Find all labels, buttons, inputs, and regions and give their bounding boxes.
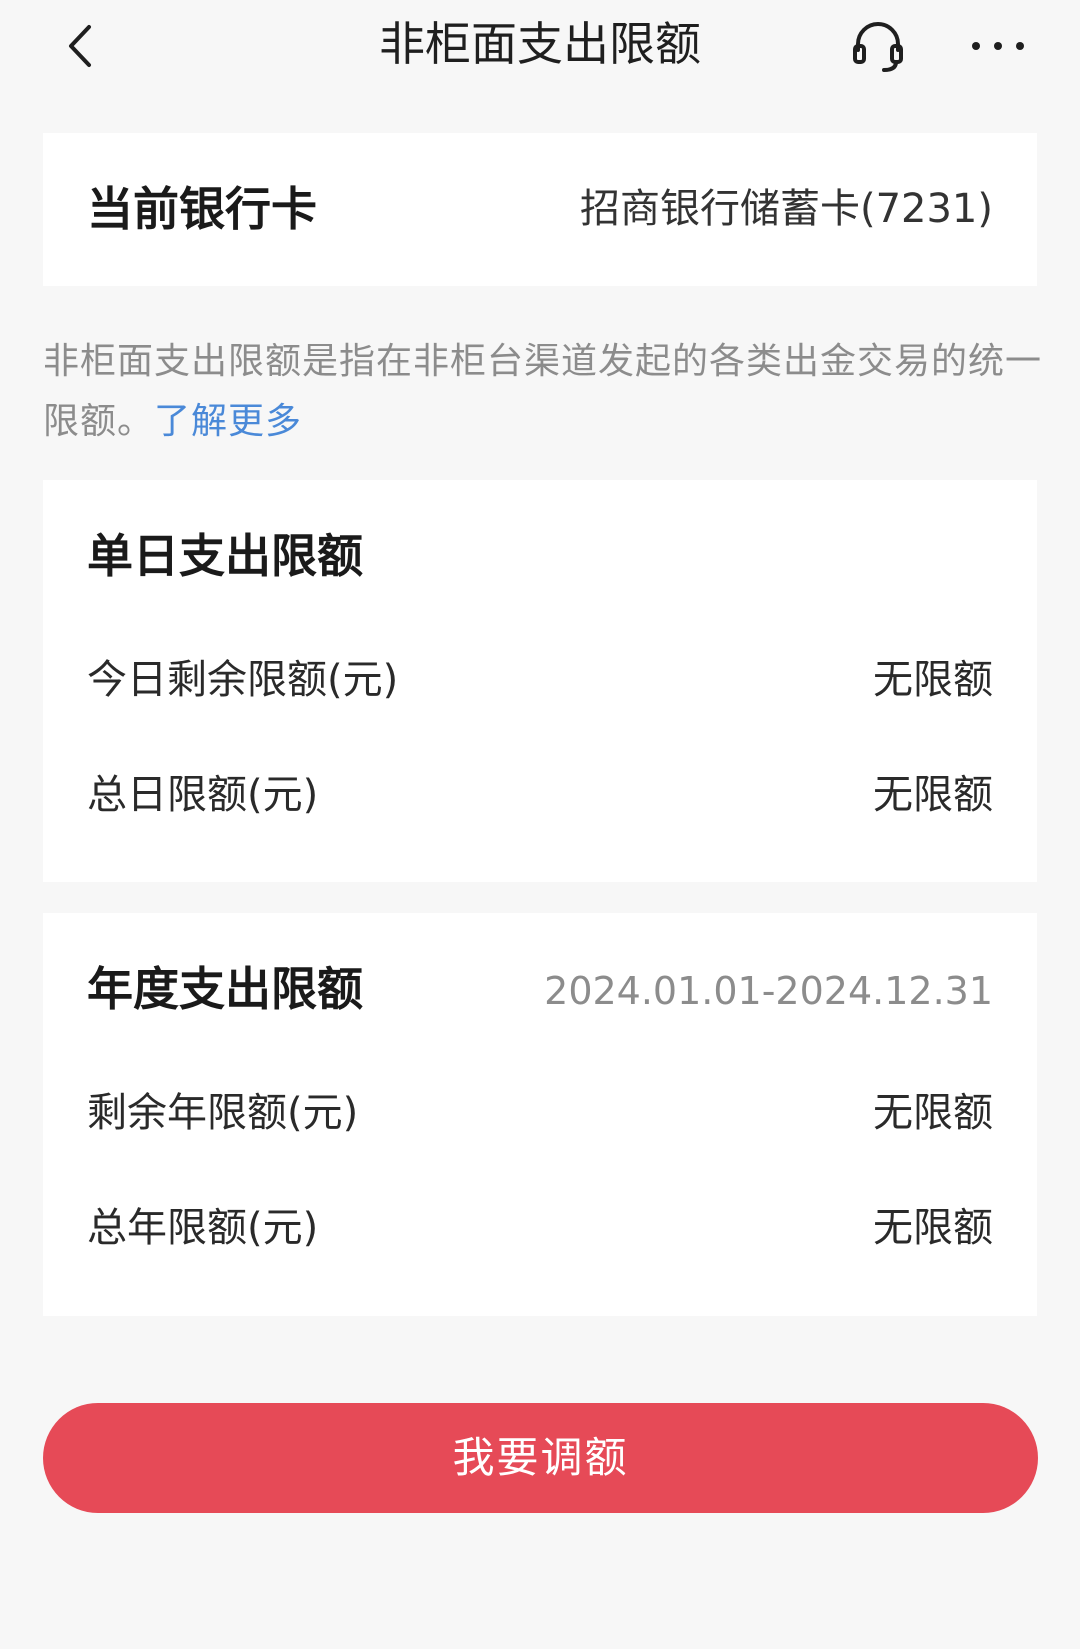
today-remaining-limit-value: 无限额 [873,657,993,703]
bank-card-value: 招商银行储蓄卡(7231) [579,186,993,232]
more-dots-icon [972,42,1024,50]
bank-card-label: 当前银行卡 [87,182,317,236]
more-button[interactable] [966,26,1030,66]
headset-icon [853,22,903,72]
top-nav-bar: 非柜面支出限额 [0,0,1080,96]
list-item: 总日限额(元) 无限额 [87,763,993,827]
annual-limit-section: 年度支出限额 2024.01.01-2024.12.31 剩余年限额(元) 无限… [43,913,1037,1316]
current-bank-card-section: 当前银行卡 招商银行储蓄卡(7231) [43,133,1037,286]
page-title: 非柜面支出限额 [379,17,701,71]
list-item: 总年限额(元) 无限额 [87,1196,993,1260]
remaining-annual-limit-label: 剩余年限额(元) [87,1090,359,1136]
list-item: 今日剩余限额(元) 无限额 [87,648,993,712]
adjust-limit-button[interactable]: 我要调额 [43,1403,1038,1513]
remaining-annual-limit-value: 无限额 [873,1090,993,1136]
list-item: 剩余年限额(元) 无限额 [87,1081,993,1145]
annual-limit-period: 2024.01.01-2024.12.31 [544,969,993,1013]
total-daily-limit-value: 无限额 [873,772,993,818]
daily-limit-heading: 单日支出限额 [87,529,363,583]
daily-limit-section: 单日支出限额 今日剩余限额(元) 无限额 总日限额(元) 无限额 [43,480,1037,882]
total-annual-limit-label: 总年限额(元) [87,1205,319,1251]
back-button[interactable] [54,18,106,74]
total-daily-limit-label: 总日限额(元) [87,772,319,818]
total-annual-limit-value: 无限额 [873,1205,993,1251]
today-remaining-limit-label: 今日剩余限额(元) [87,657,399,703]
learn-more-link[interactable]: 了解更多 [154,401,302,442]
chevron-left-icon [69,25,91,67]
annual-limit-heading: 年度支出限额 [87,962,363,1016]
limit-description: 非柜面支出限额是指在非柜台渠道发起的各类出金交易的统一限额。了解更多 [43,332,1043,452]
customer-service-button[interactable] [846,16,910,76]
